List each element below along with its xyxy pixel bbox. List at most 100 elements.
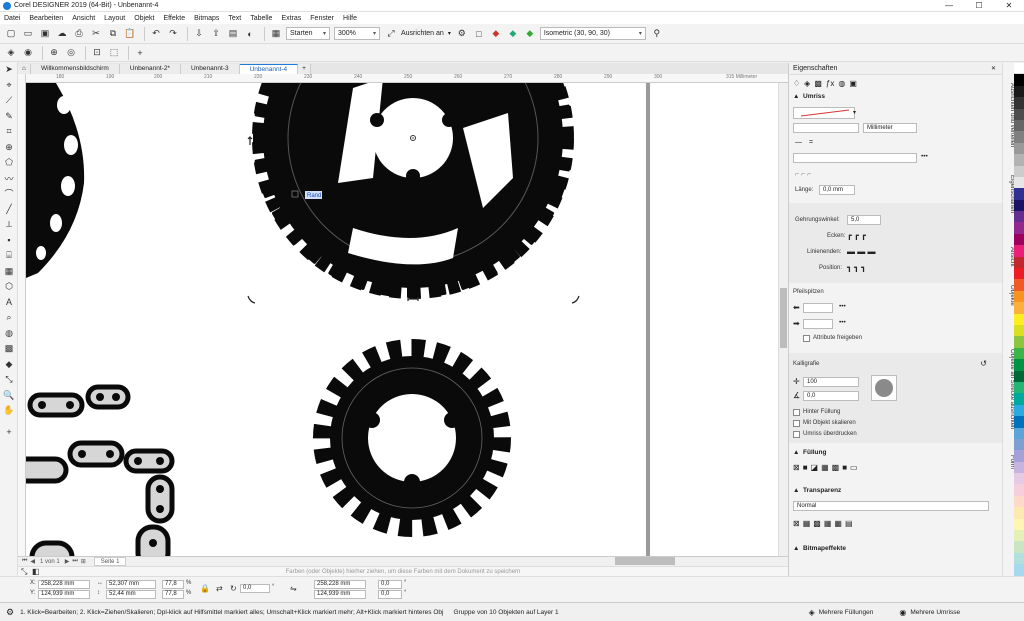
skew-y-field[interactable]: 0,0 (378, 590, 402, 599)
eyedropper-tool-icon[interactable]: ⤡ (0, 372, 18, 388)
add-icon[interactable]: + (133, 46, 147, 60)
arrow-start-more-icon[interactable]: ••• (839, 303, 846, 310)
fill-bucket-icon[interactable]: ◈ (4, 46, 18, 60)
3d-cube-blue-icon[interactable]: ◆ (506, 27, 520, 41)
import-icon[interactable]: ⇩ (192, 27, 206, 41)
pin-icon[interactable]: ⚲ (650, 27, 664, 41)
outline-color-picker[interactable] (793, 107, 855, 119)
height-field[interactable]: 52,44 mm (106, 590, 156, 599)
transparency-category-icon[interactable]: ▩ (814, 79, 822, 88)
new-tab-button[interactable]: + (298, 64, 311, 74)
palette-swatch[interactable] (1014, 359, 1024, 371)
cylinder-tool-icon[interactable]: ⌸ (0, 248, 18, 264)
palette-swatch[interactable] (1014, 324, 1024, 337)
gear-small[interactable] (313, 339, 511, 537)
prev-page-icon[interactable]: ◀ (30, 558, 35, 565)
scale-with-object-checkbox[interactable] (793, 420, 800, 427)
print-icon[interactable]: ⎙ (72, 27, 86, 41)
menu-item-bearbeiten[interactable]: Bearbeiten (29, 15, 63, 22)
undo-icon[interactable]: ↶ (149, 27, 163, 41)
arrow-end-dropdown[interactable] (803, 319, 833, 329)
calligraphy-stretch-field[interactable]: 100 (803, 377, 859, 387)
menu-item-fenster[interactable]: Fenster (310, 15, 334, 22)
menu-item-extras[interactable]: Extras (281, 15, 301, 22)
menu-item-tabelle[interactable]: Tabelle (250, 15, 272, 22)
copy-icon[interactable]: ⧉ (106, 27, 120, 41)
fill-tool-icon[interactable]: ◆ (0, 357, 18, 373)
palette-swatch[interactable] (1014, 518, 1024, 531)
outline-unit-dropdown[interactable]: Millimeter (863, 123, 917, 133)
effects-category-icon[interactable]: ƒx (826, 79, 834, 88)
transparency-mode-dropdown[interactable]: Normal (793, 501, 989, 511)
shapes-tool-icon[interactable]: ⬡ (0, 279, 18, 295)
position-x-field[interactable]: 258,228 mm (38, 580, 90, 589)
palette-swatch[interactable] (1014, 142, 1024, 155)
save-icon[interactable]: ▣ (38, 27, 52, 41)
palette-swatch[interactable] (1014, 176, 1024, 189)
linecaps-options-icons[interactable]: ▬ ▬ ▬ (847, 247, 875, 256)
color-fill-icon[interactable]: ◧ (32, 567, 40, 576)
palette-swatch[interactable] (1014, 370, 1024, 382)
transparency-collapse-icon[interactable]: ▲ (793, 487, 799, 494)
start-dropdown[interactable]: Starten ▾ (286, 27, 330, 40)
palette-swatch[interactable] (1014, 199, 1024, 212)
behind-fill-checkbox[interactable] (793, 409, 800, 416)
bitmap-collapse-icon[interactable]: ▲ (793, 545, 799, 552)
last-page-icon[interactable]: ⏭ (72, 558, 77, 565)
node-icon[interactable]: ⊡ (90, 46, 104, 60)
freehand-tool-icon[interactable]: 〰 (0, 171, 18, 187)
vertical-scroll-thumb[interactable] (780, 288, 787, 348)
palette-swatch[interactable] (1014, 336, 1024, 348)
rotation-angle-field[interactable]: 0,0 (240, 584, 270, 593)
palette-swatch[interactable] (1014, 154, 1024, 166)
palette-swatch[interactable] (1014, 473, 1024, 485)
3d-cube-green-icon[interactable]: ◆ (523, 27, 537, 41)
smart-fill-icon[interactable]: ▪ (0, 233, 18, 249)
target-icon[interactable]: ◎ (64, 46, 78, 60)
scale-y-field[interactable]: 77,8 (162, 590, 184, 599)
zoom-level-combo[interactable]: 300% ▾ (334, 27, 380, 40)
outline-color-arrow[interactable]: ▾ (853, 109, 856, 116)
palette-swatch[interactable] (1014, 381, 1024, 394)
fullscreen-icon[interactable]: ⤢ (384, 27, 398, 41)
fill-collapse-icon[interactable]: ▲ (793, 449, 799, 456)
zoom-icon[interactable]: ⊕ (0, 140, 18, 156)
tab-unbenannt-2[interactable]: Unbenannt-2* (119, 64, 181, 74)
outline-pen-icon[interactable]: ◉ (21, 46, 35, 60)
tab-home[interactable]: ⌂ (18, 64, 31, 74)
share-attributes-checkbox[interactable] (803, 335, 810, 342)
pick-tool-icon[interactable]: ➤ (0, 62, 18, 78)
pdf-icon[interactable]: ▤ (226, 27, 240, 41)
dash-pattern-icons[interactable]: ⌐ ⌐ ⌐ (795, 171, 811, 178)
bezier-tool-icon[interactable]: ⌒ (0, 186, 18, 202)
palette-swatch[interactable] (1014, 279, 1024, 291)
palette-swatch[interactable] (1014, 222, 1024, 234)
callout-tool-icon[interactable]: ⌕ (0, 310, 18, 326)
line-style-solid-icon[interactable]: — (795, 139, 802, 146)
palette-swatch[interactable] (1014, 393, 1024, 405)
outline-width-field[interactable] (793, 123, 859, 133)
skew-x-field[interactable]: 0,0 (378, 580, 402, 589)
menu-item-hilfe[interactable]: Hilfe (343, 15, 357, 22)
line-style-double-icon[interactable]: = (809, 139, 813, 146)
fill-category-icon[interactable]: ◈ (804, 79, 810, 88)
first-page-icon[interactable]: ⏮ (22, 558, 27, 565)
palette-swatch[interactable] (1014, 461, 1024, 474)
palette-swatch[interactable] (1014, 97, 1024, 109)
position-options-icons[interactable]: ┓ ┓ ┓ (847, 263, 866, 272)
redo-icon[interactable]: ↷ (166, 27, 180, 41)
table-tool-icon[interactable]: ▦ (0, 264, 18, 280)
open-folder-icon[interactable]: ▭ (21, 27, 35, 41)
line-style-more-icon[interactable]: ••• (921, 153, 928, 160)
corners-options-icons[interactable]: ┏ ┏ ┏ (847, 231, 866, 240)
palette-swatch[interactable] (1014, 245, 1024, 257)
projection-combo[interactable]: Isometric (30, 90, 30) ▾ (539, 27, 646, 40)
bitmap-category-icon[interactable]: ▣ (849, 79, 857, 88)
menu-item-effekte[interactable]: Effekte (163, 15, 185, 22)
chainring-left[interactable] (26, 83, 85, 278)
menu-item-ansicht[interactable]: Ansicht (72, 15, 95, 22)
transparency-tool-icon[interactable]: ▩ (0, 341, 18, 357)
arrow-end-more-icon[interactable]: ••• (839, 319, 846, 326)
menu-item-objekt[interactable]: Objekt (134, 15, 154, 22)
scale-x-field[interactable]: 77,8 (162, 580, 184, 589)
